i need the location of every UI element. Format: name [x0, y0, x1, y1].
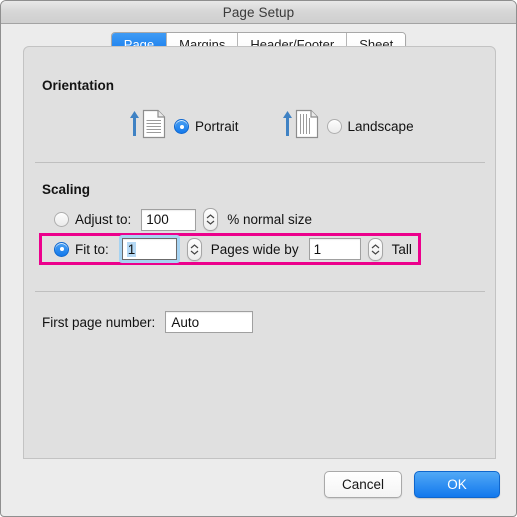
landscape-label: Landscape: [347, 119, 414, 134]
chevron-down-icon: [190, 250, 199, 255]
adjust-to-value: 100: [146, 212, 169, 227]
tall-label: Tall: [391, 241, 412, 257]
fit-to-radio-row[interactable]: Fit to:: [54, 241, 109, 257]
orientation-options: Portrait Landscape: [128, 109, 414, 144]
pages-tall-input[interactable]: 1: [308, 238, 361, 260]
fit-to-highlight-box: Fit to: 1 Pages wide by 1 Tall: [39, 233, 421, 265]
up-arrow-icon-landscape: [281, 109, 294, 144]
landscape-radio-row[interactable]: Landscape: [326, 119, 414, 134]
pages-wide-input[interactable]: 1: [121, 238, 177, 260]
scaling-section-title: Scaling: [42, 182, 91, 197]
pages-wide-input-focus-ring: 1: [118, 235, 180, 263]
title-bar: Page Setup: [1, 1, 516, 24]
portrait-radio-row[interactable]: Portrait: [174, 119, 239, 134]
landscape-radio[interactable]: [326, 119, 342, 134]
cancel-button-label: Cancel: [341, 477, 385, 492]
portrait-label: Portrait: [195, 119, 239, 134]
ok-button[interactable]: OK: [414, 471, 500, 498]
pages-wide-by-label: Pages wide by: [210, 241, 299, 257]
first-page-number-label: First page number:: [42, 314, 156, 330]
pages-wide-value: 1: [126, 241, 137, 257]
adjust-to-stepper[interactable]: [203, 208, 219, 231]
landscape-page-icon: [295, 109, 319, 144]
adjust-to-suffix-label: % normal size: [227, 212, 313, 227]
dialog-footer: Cancel OK: [324, 471, 500, 498]
first-page-number-value: Auto: [171, 314, 200, 330]
cancel-button[interactable]: Cancel: [324, 471, 402, 498]
adjust-to-radio-row[interactable]: Adjust to:: [54, 212, 131, 227]
chevron-down-icon: [206, 220, 215, 225]
fit-to-row: Fit to: 1 Pages wide by 1 Tall: [42, 235, 418, 263]
window-title: Page Setup: [222, 4, 295, 20]
fit-to-radio[interactable]: [54, 241, 69, 257]
adjust-to-row: Adjust to: 100 % normal size: [54, 208, 312, 231]
chevron-up-icon: [206, 214, 215, 219]
orientation-section-title: Orientation: [42, 78, 115, 93]
ok-button-label: OK: [447, 477, 467, 492]
orientation-landscape-option[interactable]: Landscape: [281, 109, 414, 144]
chevron-up-icon: [190, 243, 199, 248]
portrait-radio[interactable]: [174, 119, 189, 134]
portrait-page-icon: [142, 109, 166, 144]
pages-tall-value: 1: [313, 241, 322, 257]
chevron-down-icon: [371, 250, 379, 255]
first-page-number-row: First page number: Auto: [42, 311, 254, 333]
first-page-number-input[interactable]: Auto: [165, 311, 254, 333]
orientation-portrait-option[interactable]: Portrait: [128, 109, 239, 144]
adjust-to-radio[interactable]: [54, 212, 69, 227]
adjust-to-input[interactable]: 100: [141, 208, 197, 231]
divider-scaling-firstpage: [35, 291, 485, 292]
pages-wide-stepper[interactable]: [186, 237, 202, 261]
chevron-up-icon: [371, 243, 379, 248]
divider-orientation-scaling: [35, 162, 485, 163]
up-arrow-icon: [128, 109, 141, 144]
fit-to-label: Fit to:: [75, 241, 109, 257]
adjust-to-label: Adjust to:: [75, 212, 132, 227]
page-setup-dialog: Page Setup Page Margins Header/Footer Sh…: [0, 0, 517, 517]
pages-tall-stepper[interactable]: [367, 237, 383, 261]
page-settings-panel: Orientation Portrait Landscape Scaling A…: [23, 46, 496, 459]
